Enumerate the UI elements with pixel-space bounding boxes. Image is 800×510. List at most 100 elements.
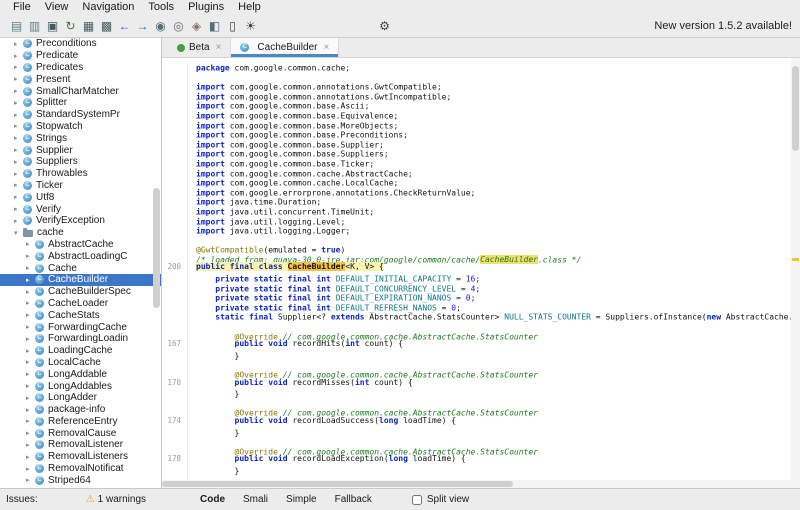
chevron-right-icon[interactable]: ▸ [26, 240, 35, 248]
chevron-right-icon[interactable]: ▸ [26, 288, 35, 296]
view-tab-smali[interactable]: Smali [243, 494, 268, 505]
sidebar-item-removallistener[interactable]: ▸CRemovalListener [0, 439, 161, 451]
chevron-right-icon[interactable]: ▸ [14, 122, 23, 130]
sidebar-item-abstractcache[interactable]: ▸CAbstractCache [0, 239, 161, 251]
chevron-right-icon[interactable]: ▸ [14, 170, 23, 178]
apps-icon[interactable]: ▩ [98, 17, 115, 34]
chevron-right-icon[interactable]: ▸ [14, 87, 23, 95]
chevron-right-icon[interactable]: ▸ [14, 63, 23, 71]
sidebar-item-referenceentry[interactable]: ▸CReferenceEntry [0, 416, 161, 428]
close-icon[interactable]: × [323, 42, 329, 53]
open-files-icon[interactable]: ▤ [8, 17, 25, 34]
chevron-right-icon[interactable]: ▸ [14, 205, 23, 213]
theme-icon[interactable]: ☀ [242, 17, 259, 34]
forward-icon[interactable]: → [134, 17, 151, 34]
tree-scrollbar[interactable] [153, 188, 160, 308]
chevron-right-icon[interactable]: ▸ [26, 441, 35, 449]
view-tab-code[interactable]: Code [200, 494, 225, 505]
sidebar-item-verify[interactable]: ▸CVerify [0, 203, 161, 215]
settings-wrench-icon[interactable]: ⚙ [376, 17, 393, 34]
sidebar-item-removalcause[interactable]: ▸CRemovalCause [0, 427, 161, 439]
reload-icon[interactable]: ↻ [62, 17, 79, 34]
chevron-right-icon[interactable]: ▸ [26, 335, 35, 343]
scrollbar-thumb[interactable] [792, 66, 799, 151]
deobfuscation-icon[interactable]: ◧ [206, 17, 223, 34]
tab-cachebuilder[interactable]: CCacheBuilder× [231, 38, 339, 57]
editor-vertical-scrollbar[interactable] [791, 58, 800, 480]
sidebar-item-removalnotificat[interactable]: ▸CRemovalNotificat [0, 463, 161, 475]
chevron-right-icon[interactable]: ▸ [26, 382, 35, 390]
chevron-right-icon[interactable]: ▸ [14, 75, 23, 83]
chevron-right-icon[interactable]: ▸ [14, 111, 23, 119]
sidebar-item-smallcharmatcher[interactable]: ▸CSmallCharMatcher [0, 85, 161, 97]
search-class-icon[interactable]: ◉ [152, 17, 169, 34]
sidebar-item-longadder[interactable]: ▸CLongAdder [0, 392, 161, 404]
chevron-right-icon[interactable]: ▸ [26, 370, 35, 378]
sidebar-item-cache[interactable]: ▸CCache [0, 262, 161, 274]
chevron-right-icon[interactable]: ▸ [26, 476, 35, 484]
sidebar-item-cache[interactable]: ▾cache [0, 227, 161, 239]
view-tab-fallback[interactable]: Fallback [335, 494, 372, 505]
chevron-right-icon[interactable]: ▸ [26, 323, 35, 331]
update-available-link[interactable]: New version 1.5.2 available! [654, 20, 792, 32]
chevron-right-icon[interactable]: ▸ [14, 40, 23, 48]
sidebar-item-forwardingloadin[interactable]: ▸CForwardingLoadin [0, 333, 161, 345]
chevron-right-icon[interactable]: ▸ [14, 181, 23, 189]
sidebar-item-cachebuilderspec[interactable]: ▸CCacheBuilderSpec [0, 286, 161, 298]
sidebar-item-throwables[interactable]: ▸CThrowables [0, 168, 161, 180]
chevron-right-icon[interactable]: ▸ [26, 299, 35, 307]
sidebar-item-preconditions[interactable]: ▸CPreconditions [0, 38, 161, 50]
device-icon[interactable]: ▯ [224, 17, 241, 34]
save-all-icon[interactable]: ▣ [44, 17, 61, 34]
chevron-right-icon[interactable]: ▸ [26, 252, 35, 260]
back-icon[interactable]: ← [116, 17, 133, 34]
sidebar-item-cacheloader[interactable]: ▸CCacheLoader [0, 298, 161, 310]
menu-tools[interactable]: Tools [141, 1, 181, 13]
chevron-right-icon[interactable]: ▸ [14, 158, 23, 166]
sidebar-item-forwardingcache[interactable]: ▸CForwardingCache [0, 321, 161, 333]
sidebar-item-splitter[interactable]: ▸CSplitter [0, 97, 161, 109]
sidebar-item-utf8[interactable]: ▸CUtf8 [0, 191, 161, 203]
sidebar-item-longaddable[interactable]: ▸CLongAddable [0, 368, 161, 380]
close-icon[interactable]: × [216, 42, 222, 53]
sidebar-item-cachebuilder[interactable]: ▸CCacheBuilder [0, 274, 161, 286]
chevron-right-icon[interactable]: ▸ [26, 465, 35, 473]
chevron-right-icon[interactable]: ▸ [26, 453, 35, 461]
sidebar-item-strings[interactable]: ▸CStrings [0, 132, 161, 144]
chevron-right-icon[interactable]: ▸ [26, 358, 35, 366]
menu-navigation[interactable]: Navigation [75, 1, 141, 13]
sidebar-item-abstractloadingc[interactable]: ▸CAbstractLoadingC [0, 250, 161, 262]
tab-beta[interactable]: Beta× [168, 38, 231, 57]
sidebar-item-loadingcache[interactable]: ▸CLoadingCache [0, 345, 161, 357]
chevron-right-icon[interactable]: ▸ [14, 99, 23, 107]
flashlight-icon[interactable]: ◈ [188, 17, 205, 34]
chevron-right-icon[interactable]: ▸ [26, 264, 35, 272]
split-view-checkbox[interactable] [412, 495, 422, 505]
sidebar-item-predicate[interactable]: ▸CPredicate [0, 50, 161, 62]
editor-horizontal-scrollbar[interactable] [162, 480, 800, 488]
chevron-right-icon[interactable]: ▸ [14, 52, 23, 60]
sidebar-item-localcache[interactable]: ▸CLocalCache [0, 357, 161, 369]
chevron-right-icon[interactable]: ▸ [26, 406, 35, 414]
view-tab-simple[interactable]: Simple [286, 494, 317, 505]
sidebar-item-stopwatch[interactable]: ▸CStopwatch [0, 121, 161, 133]
chevron-right-icon[interactable]: ▸ [26, 394, 35, 402]
chevron-right-icon[interactable]: ▸ [14, 134, 23, 142]
chevron-right-icon[interactable]: ▸ [26, 311, 35, 319]
scrollbar-thumb[interactable] [162, 481, 513, 487]
sidebar-item-package-info[interactable]: ▸Cpackage-info [0, 404, 161, 416]
sidebar-item-supplier[interactable]: ▸CSupplier [0, 144, 161, 156]
menu-plugins[interactable]: Plugins [181, 1, 231, 13]
search-text-icon[interactable]: ◎ [170, 17, 187, 34]
sidebar-item-striped64[interactable]: ▸CStriped64 [0, 474, 161, 486]
issues-label[interactable]: Issues: [6, 494, 38, 505]
sidebar-item-removallisteners[interactable]: ▸CRemovalListeners [0, 451, 161, 463]
add-files-icon[interactable]: ▥ [26, 17, 43, 34]
chevron-down-icon[interactable]: ▾ [14, 229, 23, 237]
sidebar-item-ticker[interactable]: ▸CTicker [0, 180, 161, 192]
sidebar-item-verifyexception[interactable]: ▸CVerifyException [0, 215, 161, 227]
sidebar-item-cachestats[interactable]: ▸CCacheStats [0, 309, 161, 321]
chevron-right-icon[interactable]: ▸ [26, 347, 35, 355]
sidebar-item-suppliers[interactable]: ▸CSuppliers [0, 156, 161, 168]
sidebar-item-predicates[interactable]: ▸CPredicates [0, 62, 161, 74]
